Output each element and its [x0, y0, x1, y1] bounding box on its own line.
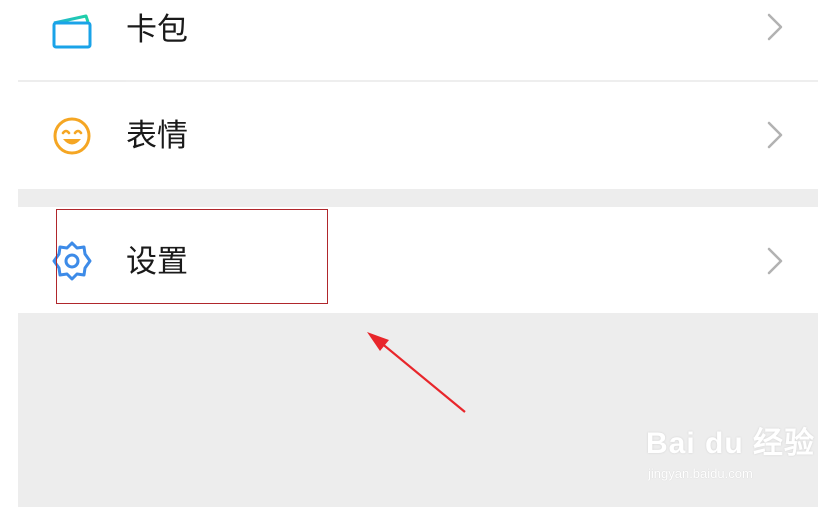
smiley-face-icon	[50, 114, 94, 158]
gear-icon	[50, 239, 94, 283]
menu-item-label: 卡包	[126, 12, 188, 48]
menu-item-label: 表情	[126, 118, 188, 154]
menu-item-settings[interactable]: 设置	[18, 207, 818, 313]
watermark-brand: Bai du 经验	[646, 427, 816, 460]
chevron-right-icon	[766, 12, 784, 42]
wallet-card-icon	[50, 10, 94, 54]
menu-item-wallet[interactable]: 卡包	[18, 0, 818, 82]
menu-item-label: 设置	[126, 244, 188, 280]
settings-menu-screen: 卡包 表情 设置 Bai du 经验 jingyan.baidu.com	[18, 0, 818, 507]
chevron-right-icon	[766, 120, 784, 150]
menu-item-stickers[interactable]: 表情	[18, 82, 818, 189]
chevron-right-icon	[766, 246, 784, 276]
baidu-jingyan-watermark: Bai du 经验 jingyan.baidu.com	[646, 418, 814, 490]
watermark-url: jingyan.baidu.com	[648, 466, 753, 481]
